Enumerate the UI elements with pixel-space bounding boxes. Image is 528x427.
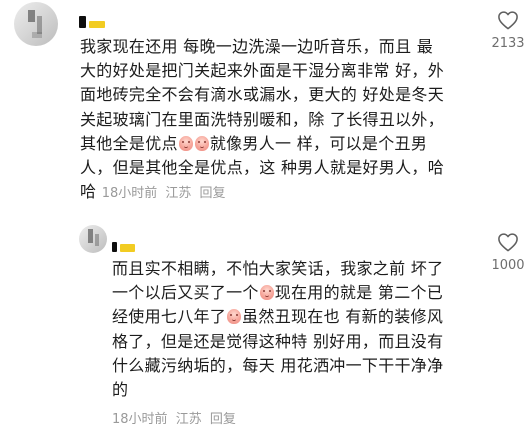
reply-line: 现在用的就是	[274, 283, 373, 303]
like-count: 1000	[491, 258, 525, 273]
peach-face-emoji-icon	[227, 309, 242, 325]
username-block	[89, 21, 105, 28]
avatar[interactable]	[79, 225, 107, 253]
like-button[interactable]: 1000	[487, 232, 528, 273]
username-mosaic[interactable]	[79, 6, 105, 28]
comment-meta: 18小时前 江苏 回复	[102, 186, 230, 201]
peach-face-emoji-icon	[194, 135, 209, 151]
comment-time: 18小时前	[101, 186, 158, 202]
username-block	[112, 242, 117, 252]
peach-face-emoji-icon	[178, 135, 193, 151]
comment-line: 就像男人一	[209, 133, 292, 153]
reply-line: 而且实不相瞒，不怕大家笑话，我家之前	[112, 259, 406, 278]
avatar[interactable]	[14, 2, 58, 46]
avatar-pixel	[95, 234, 99, 246]
username-block	[79, 16, 86, 28]
reply-button[interactable]: 回复	[210, 412, 236, 427]
like-button[interactable]: 2133	[487, 10, 528, 51]
reply-text: 而且实不相瞒，不怕大家笑话，我家之前 坏了一个以后又买了一个 现在用的就是 第二个…	[112, 257, 457, 402]
username-mosaic[interactable]	[112, 230, 135, 252]
comment-text: 我家现在还用 每晚一边洗澡一边听音乐，而且 最大的好处是把门关起来外面是干湿分离…	[80, 35, 445, 206]
heart-outline-icon	[498, 233, 518, 252]
reply-location: 江苏	[175, 412, 202, 427]
reply-button[interactable]: 回复	[200, 186, 226, 201]
like-count: 2133	[491, 36, 525, 51]
username-block	[120, 244, 135, 252]
avatar-pixel	[88, 229, 93, 243]
comment-location: 江苏	[165, 186, 192, 202]
reply-meta: 18小时前 江苏 回复	[112, 408, 240, 427]
heart-outline-icon	[498, 11, 518, 30]
reply-time: 18小时前	[112, 412, 168, 427]
reply-line: 虽然丑现在也	[242, 307, 340, 327]
peach-face-emoji-icon	[259, 285, 274, 301]
avatar-pixel	[32, 32, 42, 38]
avatar-pixel	[28, 10, 35, 22]
comment-line: 我家现在还用 每晚一边洗澡一边听音乐，而且	[80, 37, 412, 56]
